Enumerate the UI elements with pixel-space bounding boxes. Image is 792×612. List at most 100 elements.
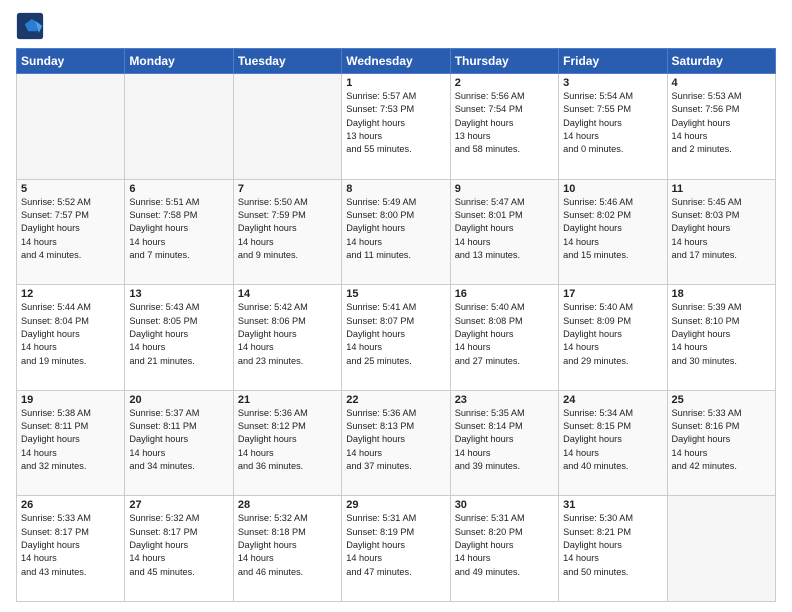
day-number: 1 bbox=[346, 77, 445, 89]
day-number: 4 bbox=[672, 77, 771, 89]
day-number: 11 bbox=[672, 183, 771, 195]
day-number: 30 bbox=[455, 499, 554, 511]
empty-day-cell bbox=[233, 74, 341, 180]
day-number: 23 bbox=[455, 394, 554, 406]
empty-day-cell bbox=[125, 74, 233, 180]
day-number: 19 bbox=[21, 394, 120, 406]
day-number: 29 bbox=[346, 499, 445, 511]
day-number: 25 bbox=[672, 394, 771, 406]
day-number: 27 bbox=[129, 499, 228, 511]
day-info: Sunrise: 5:53 AMSunset: 7:56 PMDaylight … bbox=[672, 90, 771, 157]
logo-icon bbox=[16, 12, 44, 40]
day-cell: 26 Sunrise: 5:33 AMSunset: 8:17 PMDaylig… bbox=[17, 496, 125, 602]
day-info: Sunrise: 5:38 AMSunset: 8:11 PMDaylight … bbox=[21, 407, 120, 474]
day-cell: 5 Sunrise: 5:52 AMSunset: 7:57 PMDayligh… bbox=[17, 179, 125, 285]
day-number: 28 bbox=[238, 499, 337, 511]
day-cell: 17 Sunrise: 5:40 AMSunset: 8:09 PMDaylig… bbox=[559, 285, 667, 391]
day-cell: 2 Sunrise: 5:56 AMSunset: 7:54 PMDayligh… bbox=[450, 74, 558, 180]
day-number: 5 bbox=[21, 183, 120, 195]
day-cell: 7 Sunrise: 5:50 AMSunset: 7:59 PMDayligh… bbox=[233, 179, 341, 285]
day-info: Sunrise: 5:43 AMSunset: 8:05 PMDaylight … bbox=[129, 301, 228, 368]
day-number: 24 bbox=[563, 394, 662, 406]
day-number: 12 bbox=[21, 288, 120, 300]
calendar-week-row: 19 Sunrise: 5:38 AMSunset: 8:11 PMDaylig… bbox=[17, 390, 776, 496]
day-cell: 4 Sunrise: 5:53 AMSunset: 7:56 PMDayligh… bbox=[667, 74, 775, 180]
calendar-week-row: 26 Sunrise: 5:33 AMSunset: 8:17 PMDaylig… bbox=[17, 496, 776, 602]
day-cell: 30 Sunrise: 5:31 AMSunset: 8:20 PMDaylig… bbox=[450, 496, 558, 602]
day-info: Sunrise: 5:32 AMSunset: 8:17 PMDaylight … bbox=[129, 512, 228, 579]
header bbox=[16, 12, 776, 40]
dow-header: Monday bbox=[125, 49, 233, 74]
day-cell: 28 Sunrise: 5:32 AMSunset: 8:18 PMDaylig… bbox=[233, 496, 341, 602]
day-number: 14 bbox=[238, 288, 337, 300]
day-number: 10 bbox=[563, 183, 662, 195]
page: SundayMondayTuesdayWednesdayThursdayFrid… bbox=[0, 0, 792, 612]
day-cell: 11 Sunrise: 5:45 AMSunset: 8:03 PMDaylig… bbox=[667, 179, 775, 285]
day-cell: 18 Sunrise: 5:39 AMSunset: 8:10 PMDaylig… bbox=[667, 285, 775, 391]
day-info: Sunrise: 5:49 AMSunset: 8:00 PMDaylight … bbox=[346, 196, 445, 263]
day-cell: 21 Sunrise: 5:36 AMSunset: 8:12 PMDaylig… bbox=[233, 390, 341, 496]
day-info: Sunrise: 5:40 AMSunset: 8:09 PMDaylight … bbox=[563, 301, 662, 368]
dow-header: Friday bbox=[559, 49, 667, 74]
day-info: Sunrise: 5:31 AMSunset: 8:20 PMDaylight … bbox=[455, 512, 554, 579]
day-info: Sunrise: 5:56 AMSunset: 7:54 PMDaylight … bbox=[455, 90, 554, 157]
day-info: Sunrise: 5:37 AMSunset: 8:11 PMDaylight … bbox=[129, 407, 228, 474]
dow-header: Thursday bbox=[450, 49, 558, 74]
day-cell: 25 Sunrise: 5:33 AMSunset: 8:16 PMDaylig… bbox=[667, 390, 775, 496]
logo bbox=[16, 12, 48, 40]
day-info: Sunrise: 5:40 AMSunset: 8:08 PMDaylight … bbox=[455, 301, 554, 368]
day-number: 9 bbox=[455, 183, 554, 195]
day-cell: 29 Sunrise: 5:31 AMSunset: 8:19 PMDaylig… bbox=[342, 496, 450, 602]
day-info: Sunrise: 5:42 AMSunset: 8:06 PMDaylight … bbox=[238, 301, 337, 368]
day-info: Sunrise: 5:54 AMSunset: 7:55 PMDaylight … bbox=[563, 90, 662, 157]
day-info: Sunrise: 5:52 AMSunset: 7:57 PMDaylight … bbox=[21, 196, 120, 263]
day-cell: 14 Sunrise: 5:42 AMSunset: 8:06 PMDaylig… bbox=[233, 285, 341, 391]
dow-header: Sunday bbox=[17, 49, 125, 74]
day-info: Sunrise: 5:57 AMSunset: 7:53 PMDaylight … bbox=[346, 90, 445, 157]
day-info: Sunrise: 5:44 AMSunset: 8:04 PMDaylight … bbox=[21, 301, 120, 368]
day-info: Sunrise: 5:46 AMSunset: 8:02 PMDaylight … bbox=[563, 196, 662, 263]
day-number: 2 bbox=[455, 77, 554, 89]
day-info: Sunrise: 5:41 AMSunset: 8:07 PMDaylight … bbox=[346, 301, 445, 368]
day-cell: 24 Sunrise: 5:34 AMSunset: 8:15 PMDaylig… bbox=[559, 390, 667, 496]
day-info: Sunrise: 5:32 AMSunset: 8:18 PMDaylight … bbox=[238, 512, 337, 579]
day-number: 20 bbox=[129, 394, 228, 406]
day-cell: 1 Sunrise: 5:57 AMSunset: 7:53 PMDayligh… bbox=[342, 74, 450, 180]
day-cell: 9 Sunrise: 5:47 AMSunset: 8:01 PMDayligh… bbox=[450, 179, 558, 285]
day-number: 18 bbox=[672, 288, 771, 300]
day-info: Sunrise: 5:33 AMSunset: 8:16 PMDaylight … bbox=[672, 407, 771, 474]
day-number: 7 bbox=[238, 183, 337, 195]
day-info: Sunrise: 5:30 AMSunset: 8:21 PMDaylight … bbox=[563, 512, 662, 579]
day-number: 17 bbox=[563, 288, 662, 300]
dow-header: Saturday bbox=[667, 49, 775, 74]
day-of-week-row: SundayMondayTuesdayWednesdayThursdayFrid… bbox=[17, 49, 776, 74]
day-info: Sunrise: 5:33 AMSunset: 8:17 PMDaylight … bbox=[21, 512, 120, 579]
day-info: Sunrise: 5:50 AMSunset: 7:59 PMDaylight … bbox=[238, 196, 337, 263]
day-info: Sunrise: 5:51 AMSunset: 7:58 PMDaylight … bbox=[129, 196, 228, 263]
day-info: Sunrise: 5:31 AMSunset: 8:19 PMDaylight … bbox=[346, 512, 445, 579]
calendar-week-row: 12 Sunrise: 5:44 AMSunset: 8:04 PMDaylig… bbox=[17, 285, 776, 391]
day-cell: 16 Sunrise: 5:40 AMSunset: 8:08 PMDaylig… bbox=[450, 285, 558, 391]
calendar-table: SundayMondayTuesdayWednesdayThursdayFrid… bbox=[16, 48, 776, 602]
day-cell: 27 Sunrise: 5:32 AMSunset: 8:17 PMDaylig… bbox=[125, 496, 233, 602]
day-number: 22 bbox=[346, 394, 445, 406]
day-info: Sunrise: 5:34 AMSunset: 8:15 PMDaylight … bbox=[563, 407, 662, 474]
day-cell: 31 Sunrise: 5:30 AMSunset: 8:21 PMDaylig… bbox=[559, 496, 667, 602]
day-number: 31 bbox=[563, 499, 662, 511]
day-number: 3 bbox=[563, 77, 662, 89]
dow-header: Tuesday bbox=[233, 49, 341, 74]
day-cell: 3 Sunrise: 5:54 AMSunset: 7:55 PMDayligh… bbox=[559, 74, 667, 180]
day-number: 26 bbox=[21, 499, 120, 511]
day-cell: 12 Sunrise: 5:44 AMSunset: 8:04 PMDaylig… bbox=[17, 285, 125, 391]
calendar-week-row: 1 Sunrise: 5:57 AMSunset: 7:53 PMDayligh… bbox=[17, 74, 776, 180]
day-cell: 22 Sunrise: 5:36 AMSunset: 8:13 PMDaylig… bbox=[342, 390, 450, 496]
day-cell: 23 Sunrise: 5:35 AMSunset: 8:14 PMDaylig… bbox=[450, 390, 558, 496]
day-number: 6 bbox=[129, 183, 228, 195]
day-cell: 15 Sunrise: 5:41 AMSunset: 8:07 PMDaylig… bbox=[342, 285, 450, 391]
day-info: Sunrise: 5:47 AMSunset: 8:01 PMDaylight … bbox=[455, 196, 554, 263]
empty-day-cell bbox=[667, 496, 775, 602]
day-info: Sunrise: 5:36 AMSunset: 8:13 PMDaylight … bbox=[346, 407, 445, 474]
calendar-week-row: 5 Sunrise: 5:52 AMSunset: 7:57 PMDayligh… bbox=[17, 179, 776, 285]
day-cell: 10 Sunrise: 5:46 AMSunset: 8:02 PMDaylig… bbox=[559, 179, 667, 285]
day-info: Sunrise: 5:45 AMSunset: 8:03 PMDaylight … bbox=[672, 196, 771, 263]
